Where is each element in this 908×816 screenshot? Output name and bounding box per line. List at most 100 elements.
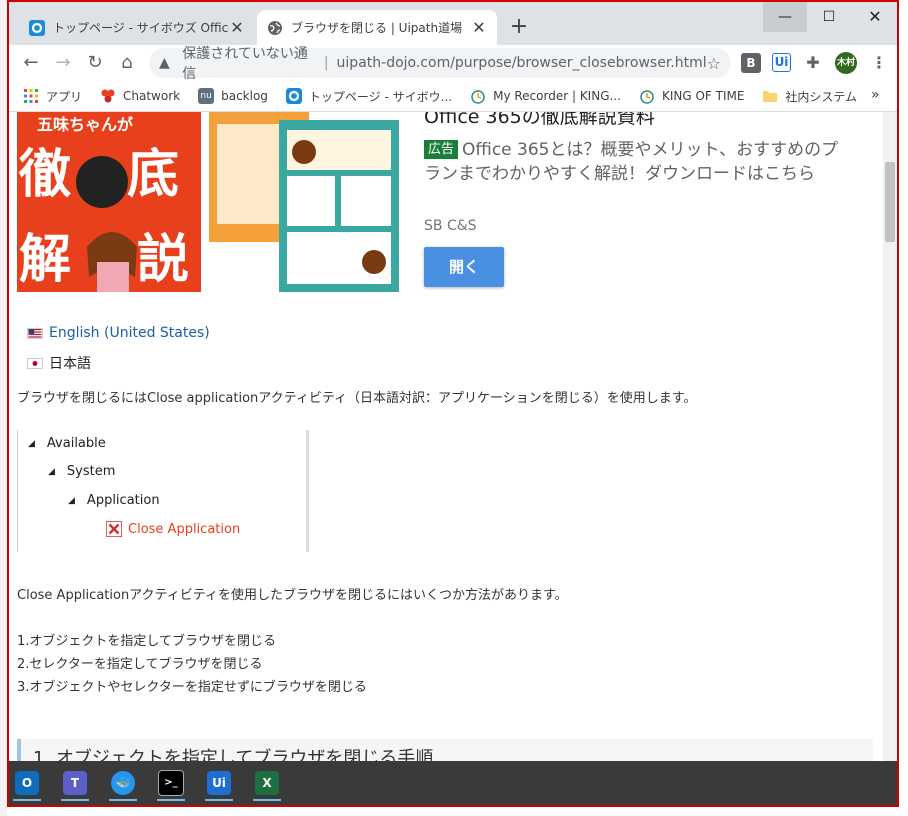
new-tab-button[interactable]: + xyxy=(507,14,531,40)
excel-glyph: X xyxy=(255,771,279,795)
maximize-button[interactable]: ☐ xyxy=(807,2,851,32)
profile-avatar[interactable]: 木村 xyxy=(835,52,857,74)
bookmark-star-icon[interactable]: ☆ xyxy=(707,54,721,73)
method-item-1: 1.オブジェクトを指定してブラウザを閉じる xyxy=(17,634,277,649)
expand-triangle-icon: ◢ xyxy=(68,495,75,506)
svg-text:解: 解 xyxy=(19,230,71,290)
reload-icon[interactable]: ↻ xyxy=(83,51,107,75)
warning-icon: ▲ xyxy=(159,55,170,71)
terminal-glyph: >_ xyxy=(158,770,184,796)
method-item-2: 2.セレクターを指定してブラウザを閉じる xyxy=(17,657,263,672)
ad-description[interactable]: 広告 Office 365とは？概要やメリット、おすすめのプランまでわかりやすく解… xyxy=(424,138,844,186)
excel-icon[interactable]: X xyxy=(249,765,285,801)
bookmark-backlog[interactable]: nu backlog xyxy=(198,88,268,104)
docker-glyph: 🐳 xyxy=(111,771,135,795)
tree-label: Available xyxy=(46,436,106,451)
king-of-time-icon xyxy=(640,90,654,104)
bookmark-apps[interactable]: アプリ xyxy=(23,88,82,105)
outlook-icon[interactable]: O xyxy=(9,765,45,801)
close-tab-icon[interactable]: ✕ xyxy=(229,18,245,37)
activity-tree: ◢ Available ◢ System ◢ Application Close Ap… xyxy=(17,430,309,552)
tree-node-available[interactable]: ◢ Available xyxy=(28,436,106,451)
ad-body-text: Office 365とは？概要やメリット、おすすめのプランまでわかりやすく解説！… xyxy=(424,140,839,184)
bookmark-label: 社内システム xyxy=(785,89,858,104)
ad-badge: 広告 xyxy=(424,140,459,159)
svg-text:説: 説 xyxy=(137,230,189,290)
bookmark-folder-internal[interactable]: 社内システム xyxy=(762,88,857,105)
scrollbar-thumb[interactable] xyxy=(885,162,895,242)
bookmark-cybozu[interactable]: トップページ - サイボウ... xyxy=(285,88,452,105)
tree-label: Close Application xyxy=(128,521,241,537)
terminal-icon[interactable]: >_ xyxy=(153,765,189,801)
language-label: English (United States) xyxy=(49,325,210,341)
ad-booklet-illustration xyxy=(209,112,399,292)
tree-label: System xyxy=(66,464,116,479)
tab-uipath-dojo[interactable]: ブラウザを閉じる | Uipath道場 ✕ xyxy=(257,10,497,45)
recorder-icon xyxy=(471,90,485,104)
running-indicator xyxy=(61,799,89,801)
close-window-button[interactable]: ✕ xyxy=(853,2,897,32)
language-english-link[interactable]: English (United States) xyxy=(27,325,210,341)
windows-taskbar: O T 🐳 >_ Ui X xyxy=(9,761,897,805)
more-bookmarks-button[interactable]: » xyxy=(871,87,880,103)
bookmarks-bar: アプリ Chatwork nu backlog トップページ - サイボウ...… xyxy=(9,81,897,112)
us-flag-icon xyxy=(27,327,43,339)
folder-icon xyxy=(763,91,778,102)
svg-text:底: 底 xyxy=(127,145,179,205)
omnibox-divider: | xyxy=(323,55,329,71)
minimize-button[interactable]: — xyxy=(763,2,807,32)
ad-image-booklet[interactable] xyxy=(209,112,399,292)
back-arrow-icon[interactable]: ← xyxy=(19,51,43,75)
language-japanese-link[interactable]: 日本語 xyxy=(27,353,91,373)
address-bar[interactable]: ▲ 保護されていない通信 | uipath-dojo.com/purpose/b… xyxy=(149,46,731,82)
ad-cover-illustration: 五味ちゃんが 徹 底 解 説 xyxy=(17,112,201,292)
running-indicator xyxy=(253,799,281,801)
outlook-glyph: O xyxy=(15,771,39,795)
bookmark-king-of-time[interactable]: KING OF TIME xyxy=(639,88,744,104)
section-heading: 1. オブジェクトを指定してブラウザを閉じる手順 xyxy=(17,739,873,762)
page-content: 五味ちゃんが 徹 底 解 説 Office 365の徹底解説資料 広告 Offi… xyxy=(9,112,883,762)
tab-bar: トップページ - サイボウズ Office ✕ ブラウザを閉じる | Uipat… xyxy=(9,2,897,45)
close-tab-icon[interactable]: ✕ xyxy=(471,18,487,37)
tree-node-system[interactable]: ◢ System xyxy=(48,464,115,479)
backlog-icon: nu xyxy=(198,88,215,104)
forward-arrow-icon[interactable]: → xyxy=(51,51,75,75)
expand-triangle-icon: ◢ xyxy=(48,466,55,477)
methods-paragraph: Close Applicationアクティビティを使用したブラウザを閉じるにはい… xyxy=(17,588,568,603)
uipath-icon[interactable]: Ui xyxy=(201,765,237,801)
expand-triangle-icon: ◢ xyxy=(28,438,35,449)
language-label: 日本語 xyxy=(49,356,91,372)
ad-source: SB C&S xyxy=(424,218,477,234)
bookmark-label: My Recorder | KING... xyxy=(493,89,621,103)
extensions-puzzle-icon[interactable]: ✚ xyxy=(803,53,823,73)
japan-flag-icon xyxy=(27,357,43,369)
bookmark-label: Chatwork xyxy=(123,89,181,103)
docker-icon[interactable]: 🐳 xyxy=(105,765,141,801)
background-window-edge xyxy=(0,0,7,816)
ad-open-button[interactable]: 開く xyxy=(424,247,504,287)
bookmark-label: backlog xyxy=(221,89,268,103)
bookmark-chatwork[interactable]: Chatwork xyxy=(100,88,180,104)
menu-kebab-icon[interactable]: ⋮ xyxy=(869,53,889,73)
page-scrollbar[interactable] xyxy=(883,112,897,762)
tree-node-application[interactable]: ◢ Application xyxy=(68,493,160,508)
b-extension-icon[interactable]: B xyxy=(741,53,761,73)
method-item-3: 3.オブジェクトやセレクターを指定せずにブラウザを閉じる xyxy=(17,680,367,695)
tab-title: ブラウザを閉じる | Uipath道場 xyxy=(291,21,463,35)
svg-text:徹: 徹 xyxy=(18,145,72,205)
tab-cybozu[interactable]: トップページ - サイボウズ Office ✕ xyxy=(19,10,255,45)
uipath-extension-icon[interactable]: Ui xyxy=(772,53,791,72)
ad-image-cover[interactable]: 五味ちゃんが 徹 底 解 説 xyxy=(17,112,201,292)
home-icon[interactable]: ⌂ xyxy=(115,51,139,75)
ad-title[interactable]: Office 365の徹底解説資料 xyxy=(424,112,655,129)
running-indicator xyxy=(109,799,137,801)
apps-grid-icon xyxy=(24,89,38,103)
bookmark-my-recorder[interactable]: My Recorder | KING... xyxy=(470,88,621,104)
security-status: 保護されていない通信 xyxy=(182,46,308,82)
running-indicator xyxy=(157,799,185,801)
browser-window: トップページ - サイボウズ Office ✕ ブラウザを閉じる | Uipat… xyxy=(7,0,899,807)
uipath-glyph: Ui xyxy=(207,771,231,795)
cybozu-favicon-icon xyxy=(29,19,45,36)
teams-icon[interactable]: T xyxy=(57,765,93,801)
tree-node-close-application[interactable]: Close Application xyxy=(106,521,240,537)
